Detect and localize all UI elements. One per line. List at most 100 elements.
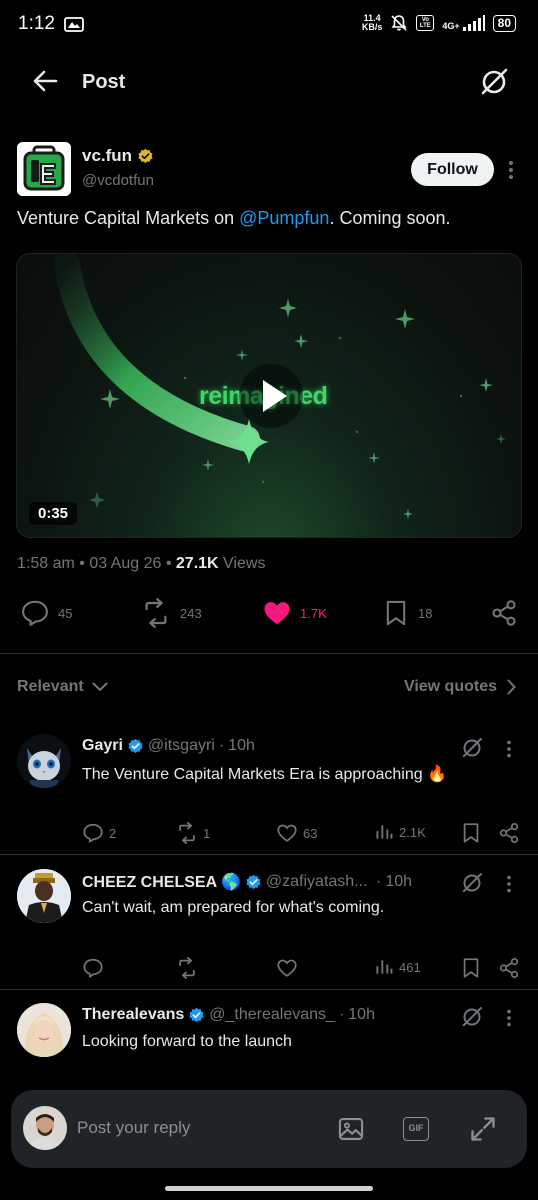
person-avatar-icon (17, 1003, 71, 1057)
sort-replies-dropdown[interactable]: Relevant (17, 678, 108, 696)
bookmark-icon[interactable] (460, 822, 482, 844)
reply-header: Gayri @itsgayri · 10h (82, 737, 255, 755)
play-button[interactable] (239, 364, 303, 428)
repost-icon (179, 957, 195, 979)
image-icon[interactable] (337, 1115, 365, 1143)
divider (0, 989, 538, 990)
share-icon[interactable] (498, 957, 520, 979)
more-options-icon[interactable] (506, 740, 512, 758)
more-options-icon[interactable] (506, 875, 512, 893)
view-quotes-link[interactable]: View quotes (404, 678, 516, 696)
net-speed: 11.4 KB/s (361, 13, 383, 32)
views-action[interactable]: 461 (374, 957, 421, 977)
post-text-after: . Coming soon. (329, 208, 451, 228)
author-name[interactable]: vc.fun (82, 146, 132, 166)
arrow-left-icon[interactable] (32, 69, 58, 93)
home-indicator[interactable] (165, 1186, 373, 1191)
repost-icon (145, 598, 167, 628)
reply-time: 10h (348, 1006, 375, 1023)
reply-header: CHEEZ CHELSEA 🌎 @zafiyatash... · 10h (82, 872, 413, 892)
reply-avatar[interactable] (17, 1003, 71, 1057)
verified-badge-icon (128, 738, 143, 753)
mention-link[interactable]: @Pumpfun (239, 208, 329, 228)
follow-button[interactable]: Follow (411, 153, 494, 186)
bookmark-icon[interactable] (460, 957, 482, 979)
post-action-bar: 45 243 1.7K 18 (0, 594, 538, 638)
reply-composer[interactable]: GIF (11, 1090, 527, 1168)
divider (0, 653, 538, 654)
person-avatar-icon (23, 1106, 67, 1150)
status-time: 1:12 (18, 13, 55, 34)
reply-action[interactable] (82, 957, 104, 979)
author-name-row[interactable]: vc.fun (82, 146, 154, 166)
video-media[interactable]: reimagined 0:35 (16, 253, 522, 538)
reply-input[interactable] (77, 1118, 317, 1138)
signal-icon (462, 15, 485, 31)
grok-icon[interactable] (460, 736, 484, 760)
reply-author-handle[interactable]: @itsgayri (148, 737, 215, 755)
vcfun-logo-icon (17, 142, 71, 196)
reply-author-handle[interactable]: @zafiyatash... (266, 873, 368, 891)
reply-item[interactable]: CHEEZ CHELSEA 🌎 @zafiyatash... · 10h Can… (0, 869, 538, 987)
sort-label: Relevant (17, 678, 84, 695)
reply-author-handle[interactable]: @_therealevans_ (209, 1006, 335, 1024)
reply-author-name[interactable]: CHEEZ CHELSEA 🌎 (82, 872, 241, 892)
post-metadata: 1:58 am • 03 Aug 26 • 27.1K Views (17, 555, 266, 572)
reply-header: Therealevans @_therealevans_ · 10h (82, 1006, 375, 1024)
views-chart-icon (376, 825, 393, 839)
grok-icon[interactable] (460, 1005, 484, 1029)
grok-icon[interactable] (460, 871, 484, 895)
like-count: 63 (303, 825, 318, 841)
reply-action-bar: 2 1 63 2.1K (82, 822, 522, 846)
heart-icon (277, 824, 297, 842)
gif-button[interactable]: GIF (403, 1117, 429, 1141)
reply-count: 45 (58, 605, 73, 621)
views-count[interactable]: 27.1K (176, 555, 219, 572)
like-action[interactable]: 63 (276, 822, 317, 844)
chevron-down-icon (92, 682, 108, 691)
reply-avatar[interactable] (17, 869, 71, 923)
repost-count: 1 (203, 825, 211, 841)
more-options-icon[interactable] (506, 1009, 512, 1027)
repost-action[interactable]: 243 (140, 598, 202, 628)
reply-icon (83, 958, 103, 978)
views-action[interactable]: 2.1K (374, 822, 426, 842)
reply-icon (83, 823, 103, 843)
my-avatar (23, 1106, 67, 1150)
post-time: 1:58 am (17, 555, 75, 572)
person-avatar-icon (17, 869, 71, 923)
bookmark-action[interactable]: 18 (382, 598, 432, 628)
like-action[interactable]: 1.7K (262, 598, 327, 628)
repost-icon (179, 822, 195, 844)
views-count: 461 (399, 959, 421, 975)
verified-badge-icon (189, 1007, 204, 1022)
more-options-icon[interactable] (508, 160, 514, 180)
like-action[interactable] (276, 957, 298, 979)
author-handle[interactable]: @vcdotfun (82, 172, 154, 189)
reply-time: 10h (228, 737, 255, 754)
bookmark-icon (386, 600, 406, 626)
post-text-before: Venture Capital Markets on (17, 208, 240, 228)
battery-indicator: 80 (492, 14, 516, 32)
repost-action[interactable]: 1 (176, 822, 210, 844)
bookmark-count: 18 (418, 605, 433, 621)
views-label[interactable]: Views (223, 555, 265, 572)
views-count: 2.1K (399, 824, 426, 840)
reply-time: 10h (385, 873, 413, 890)
share-icon[interactable] (498, 822, 520, 844)
expand-icon[interactable] (469, 1115, 497, 1143)
repost-action[interactable] (176, 957, 198, 979)
reply-avatar[interactable] (17, 734, 71, 788)
share-icon (492, 600, 516, 626)
reply-action[interactable]: 45 (20, 598, 72, 628)
grok-icon[interactable] (478, 66, 510, 98)
reply-item[interactable]: Therealevans @_therealevans_ · 10h Looki… (0, 1003, 538, 1083)
author-avatar[interactable] (17, 142, 71, 196)
share-action[interactable] (490, 598, 518, 628)
reply-author-name[interactable]: Gayri (82, 737, 123, 755)
reply-author-name[interactable]: Therealevans (82, 1006, 184, 1024)
reply-text: Looking forward to the launch (82, 1033, 292, 1050)
reply-action[interactable]: 2 (82, 822, 116, 844)
reply-item[interactable]: Gayri @itsgayri · 10h The Venture Capita… (0, 734, 538, 852)
post-date: 03 Aug 26 (89, 555, 162, 572)
